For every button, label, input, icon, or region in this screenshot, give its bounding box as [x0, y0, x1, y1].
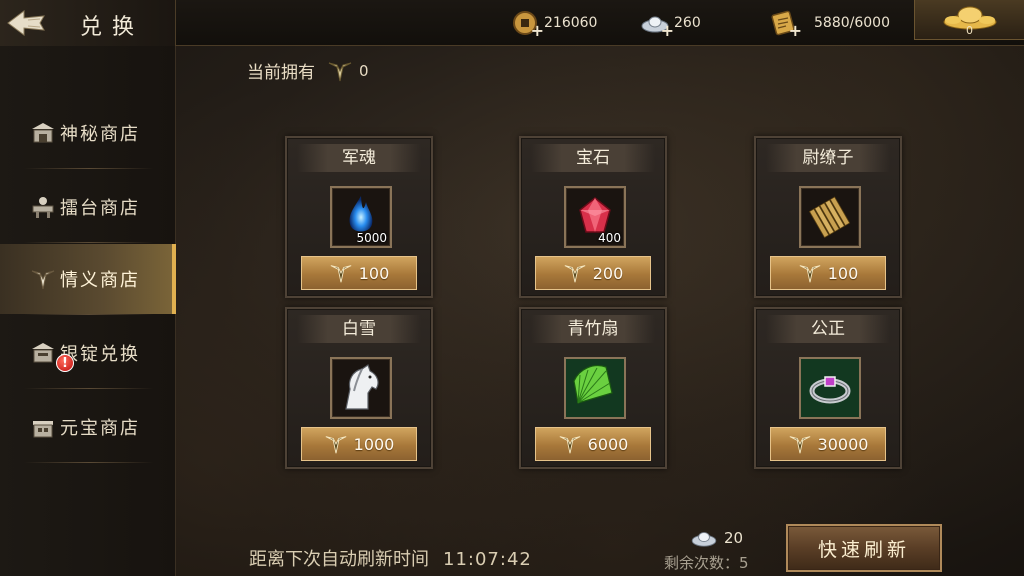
shop-item-card[interactable]: 白雪 1000 [285, 307, 433, 469]
item-name: 宝石 [531, 144, 655, 172]
ingot-shop-icon [33, 421, 53, 438]
loyalty-token-icon [330, 265, 352, 283]
sidebar-divider [24, 388, 154, 389]
remaining-value: 5 [739, 554, 749, 572]
shop-item-card[interactable]: 青竹扇 6000 [519, 307, 667, 469]
sidebar-divider [24, 168, 154, 169]
shop-item-card[interactable]: 公正 30000 [754, 307, 902, 469]
shop-item-card[interactable]: 军魂 5000 100 [285, 136, 433, 298]
loyalty-token-icon [325, 436, 347, 454]
sidebar-item-silver-exchange[interactable]: 银锭兑换 [0, 318, 176, 388]
item-price: 200 [592, 263, 624, 283]
item-quantity: 400 [598, 231, 621, 245]
mystery-shop-icon [32, 123, 54, 143]
item-name: 白雪 [297, 315, 421, 343]
buy-button[interactable]: 100 [301, 256, 417, 290]
buy-button[interactable]: 30000 [770, 427, 886, 461]
item-name: 青竹扇 [531, 315, 655, 343]
back-button[interactable]: 兑换 [0, 0, 176, 46]
green-fan-icon [566, 359, 624, 417]
refresh-cost-value: 20 [724, 529, 744, 547]
silver-resource[interactable]: + 260 [640, 0, 701, 46]
refresh-countdown: 距离下次自动刷新时间 11:07:42 [249, 545, 532, 571]
sidebar-divider [24, 242, 154, 243]
sidebar-item-ingot-shop[interactable]: 元宝商店 [0, 392, 176, 462]
copper-coin-icon: + [510, 8, 544, 40]
silver-exchange-icon [32, 343, 54, 363]
shop-item-card[interactable]: 宝石 400 200 [519, 136, 667, 298]
item-price: 1000 [353, 434, 395, 454]
sidebar-item-arena-shop[interactable]: 擂台商店 [0, 172, 176, 242]
item-name: 公正 [766, 315, 890, 343]
copper-coin-value: 216060 [544, 15, 598, 31]
sidebar-item-label: 擂台商店 [60, 198, 140, 219]
alert-badge: ! [56, 354, 74, 372]
back-arrow-icon [7, 10, 45, 36]
sidebar: 神秘商店 擂台商店 情义商店 银锭兑换 元宝商店 [0, 46, 176, 576]
copper-coin-resource[interactable]: + 216060 [510, 0, 597, 46]
gold-value: 0 [966, 24, 973, 37]
bamboo-scroll-icon [808, 196, 851, 239]
loyalty-shop-icon [31, 270, 55, 290]
loyalty-token-icon [799, 265, 821, 283]
shop-item-card[interactable]: 尉缭子 100 [754, 136, 902, 298]
buy-button[interactable]: 6000 [535, 427, 651, 461]
buy-button[interactable]: 200 [535, 256, 651, 290]
gem-ring-icon [801, 359, 859, 417]
item-slot: 5000 [330, 186, 392, 248]
quick-refresh-button[interactable]: 快速刷新 [786, 524, 942, 572]
item-name: 尉缭子 [766, 144, 890, 172]
item-price: 6000 [587, 434, 629, 454]
loyalty-token-icon [789, 436, 810, 454]
sidebar-item-label: 元宝商店 [60, 418, 140, 439]
page-title: 兑换 [80, 15, 145, 40]
silver-value: 260 [674, 15, 701, 31]
scroll-token-icon: + [768, 8, 802, 40]
refresh-cost: 20 [690, 528, 743, 548]
item-price: 100 [358, 263, 390, 283]
sidebar-item-label: 神秘商店 [60, 124, 140, 145]
item-slot [799, 186, 861, 248]
buy-button[interactable]: 1000 [301, 427, 417, 461]
silver-ingot-icon [691, 532, 717, 547]
buy-button[interactable]: 100 [770, 256, 886, 290]
item-slot [330, 357, 392, 419]
loyalty-token-icon [564, 265, 586, 283]
item-slot [799, 357, 861, 419]
item-slot [564, 357, 626, 419]
sidebar-item-loyalty-shop[interactable]: 情义商店 [0, 244, 176, 314]
top-bar: 兑换 + 216060 + 260 + 5880/6000 0 [0, 0, 1024, 46]
scroll-token-value: 5880/6000 [814, 15, 890, 31]
loyalty-token-icon [559, 436, 581, 454]
white-horse-icon [345, 364, 379, 410]
item-price: 100 [827, 263, 859, 283]
item-quantity: 5000 [356, 231, 387, 245]
owned-label: 当前拥有 [247, 63, 315, 83]
gold-ingot-resource[interactable]: 0 [914, 0, 1024, 40]
sidebar-divider [24, 462, 154, 463]
item-slot: 400 [564, 186, 626, 248]
scroll-token-resource[interactable]: + 5880/6000 [768, 0, 890, 46]
sidebar-item-mystery-shop[interactable]: 神秘商店 [0, 98, 176, 168]
silver-ingot-icon: + [640, 8, 674, 40]
item-price: 30000 [817, 434, 869, 454]
remaining-label: 剩余次数： [664, 554, 740, 572]
remaining-refreshes: 剩余次数：5 [664, 552, 749, 573]
owned-currency: 当前拥有 0 [247, 58, 369, 84]
sidebar-item-label: 情义商店 [60, 270, 140, 291]
item-name: 军魂 [297, 144, 421, 172]
sidebar-divider [24, 314, 154, 315]
countdown-label: 距离下次自动刷新时间 [249, 549, 429, 570]
loyalty-token-icon [328, 62, 352, 81]
arena-shop-icon [32, 197, 54, 218]
countdown-time: 11:07:42 [443, 549, 532, 570]
owned-value: 0 [359, 61, 369, 80]
